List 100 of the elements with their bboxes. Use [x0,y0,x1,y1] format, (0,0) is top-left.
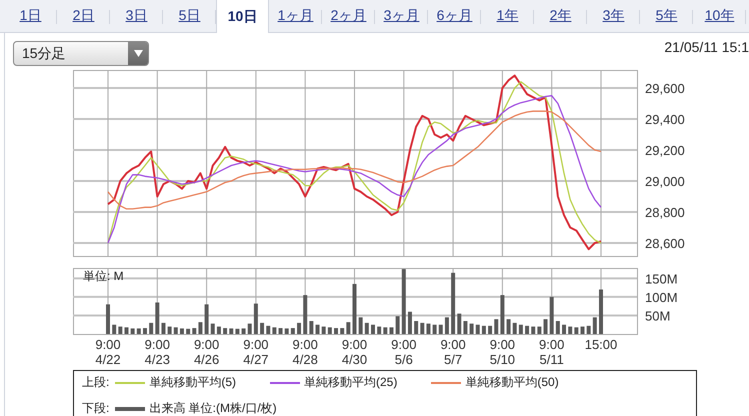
volume-bar [204,304,209,334]
volume-bar [426,324,430,334]
volume-bar [482,326,486,334]
legend-label: 単純移動平均(25) [304,374,398,391]
volume-bar [574,327,578,334]
period-tab[interactable]: 1ヶ月 [269,0,322,32]
volume-bar [470,324,474,334]
period-tab[interactable]: 1日 [4,0,57,32]
period-tab[interactable]: 1年 [481,0,534,32]
volume-bar [186,328,190,334]
volume-bar [229,328,234,334]
volume-bar [476,324,480,334]
volume-bar [544,319,548,334]
volume-bar [106,304,110,334]
volume-bar [346,322,350,334]
period-tab[interactable]: 10日 [216,0,269,33]
volume-bar [235,328,240,334]
axis-label: 9:00 4/26 [194,337,220,367]
interval-dropdown[interactable]: 15分足 [13,41,149,66]
volume-bar [340,328,344,334]
volume-bar [537,326,542,334]
volume-bar [556,321,560,334]
caret-icon [134,50,142,57]
unit-label: 単位: M [83,269,124,283]
axis-label: 50M [645,308,670,324]
volume-bar [161,322,166,334]
axis-label: 9:00 4/22 [95,337,121,367]
volume-bar [322,326,326,334]
volume-bar [254,304,258,334]
volume-bar [402,269,406,334]
volume-bar [525,326,530,334]
axis-label: 9:00 5/7 [440,337,466,367]
axis-label: 9:00 5/10 [490,337,516,367]
axis-label: 100M [645,290,678,305]
period-tab[interactable]: 5年 [640,0,693,32]
period-tab[interactable]: 2日 [57,0,110,32]
volume-bar [118,326,122,334]
volume-bar [334,328,338,334]
period-tab[interactable]: 2年 [534,0,587,32]
volume-bar [568,326,572,334]
volume-bar [297,322,302,334]
volume-bar [174,327,178,334]
volume-bar [210,324,215,334]
volume-bar [168,326,172,334]
volume-bar [149,322,154,334]
volume-bar [242,328,246,334]
volume-bar [599,290,603,334]
axis-label: 29,400 [645,112,685,127]
axis-label: 29,600 [645,80,685,96]
volume-bar [444,317,449,334]
volume-bar [500,295,504,334]
volume-bar [266,326,270,334]
period-tab[interactable]: 10年 [693,0,746,32]
volume-bar [451,272,456,334]
volume-bar [303,295,308,334]
axis-label: 9:00 5/11 [539,337,564,367]
volume-bar [272,327,276,334]
volume-bar [414,321,418,334]
period-tab[interactable]: 6ヶ月 [428,0,481,32]
axis-label: 9:00 4/28 [292,337,318,367]
volume-bar [198,322,202,334]
timestamp: 21/05/11 15:1 [664,39,749,55]
volume-bar [130,328,135,334]
period-tab[interactable]: 3日 [110,0,163,32]
volume-bar [290,328,295,334]
volume-bar [352,284,356,334]
period-tab[interactable]: 2ヶ月 [322,0,375,32]
volume-bar [518,324,523,334]
volume-bar [494,319,498,334]
axis-label: 28,800 [645,204,685,220]
volume-bar [389,327,394,334]
volume-bar [223,328,228,334]
volume-bar [136,328,141,334]
period-tab[interactable]: 3ヶ月 [375,0,428,32]
legend-row-label: 下段: [82,400,110,416]
volume-bar [112,324,116,334]
volume-bar [278,328,283,334]
volume-bar [124,327,128,334]
volume-bar [328,327,332,334]
volume-bar [432,324,437,334]
period-tab[interactable]: 5日 [163,0,216,32]
volume-bar [370,324,375,334]
volume-bar [488,326,492,334]
volume-bar [408,312,412,334]
volume-bar [396,316,400,334]
legend-label: 出来高 単位:(M株/口/枚) [149,400,277,416]
legend-label: 単純移動平均(50) [465,374,559,391]
axis-label: 28,600 [645,236,685,251]
volume-bar [592,317,597,334]
period-tab[interactable]: 3年 [587,0,640,32]
volume-bar [420,322,424,334]
volume-bar [531,326,536,334]
volume-bar [506,319,511,334]
axis-label: 150M [645,271,678,286]
volume-bar [377,326,382,334]
axis-label: 9:00 4/27 [243,337,269,367]
volume-bar [383,327,388,334]
axis-label: 9:00 4/23 [144,337,170,367]
legend-label: 単純移動平均(5) [149,374,236,391]
volume-bar [260,322,264,334]
